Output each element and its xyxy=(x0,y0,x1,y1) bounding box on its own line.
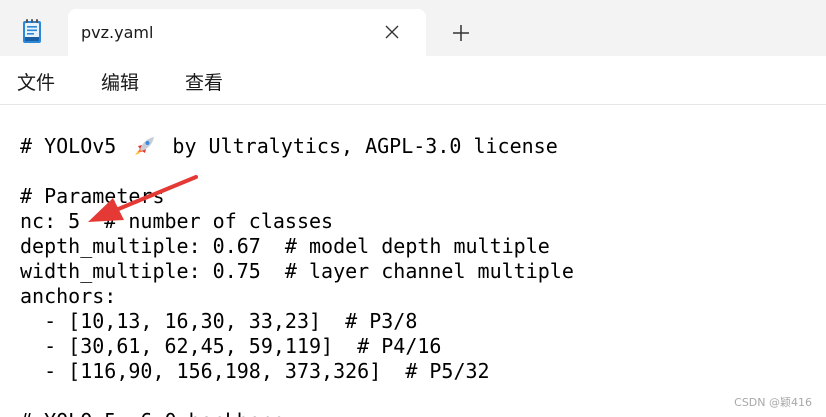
menu-edit[interactable]: 编辑 xyxy=(101,68,139,95)
code-line-6: width_multiple: 0.75 # layer channel mul… xyxy=(20,259,574,283)
code-line-4: nc: 5 # number of classes xyxy=(20,209,334,233)
code-line-8: - [10,13, 16,30, 33,23] # P3/8 xyxy=(20,309,418,333)
menu-view[interactable]: 查看 xyxy=(185,68,223,95)
watermark: CSDN @颖416 xyxy=(734,396,812,409)
code-line-1: # YOLOv5 by Ultralytics, AGPL-3.0 licens… xyxy=(20,134,558,158)
code-line-10: - [116,90, 156,198, 373,326] # P5/32 xyxy=(20,359,490,383)
title-bar: pvz.yaml xyxy=(0,0,826,56)
menu-bar: 文件 编辑 查看 xyxy=(0,56,826,104)
code-line-5: depth_multiple: 0.67 # model depth multi… xyxy=(20,234,550,258)
code-line-3: # Parameters xyxy=(20,184,165,208)
code-line-7: anchors: xyxy=(20,284,117,308)
code-line-9: - [30,61, 62,45, 59,119] # P4/16 xyxy=(20,334,442,358)
rocket-icon xyxy=(135,137,155,155)
text-editor[interactable]: # YOLOv5 by Ultralytics, AGPL-3.0 licens… xyxy=(0,105,826,417)
plus-icon[interactable] xyxy=(452,24,470,42)
notepad-icon[interactable] xyxy=(22,18,42,44)
menu-file[interactable]: 文件 xyxy=(17,68,55,95)
tab-title: pvz.yaml xyxy=(81,23,154,42)
close-icon[interactable] xyxy=(384,24,400,40)
tab-pvz-yaml[interactable]: pvz.yaml xyxy=(68,9,426,56)
code-line-12: # YOLOv5 v6.0 backbone xyxy=(20,409,285,417)
